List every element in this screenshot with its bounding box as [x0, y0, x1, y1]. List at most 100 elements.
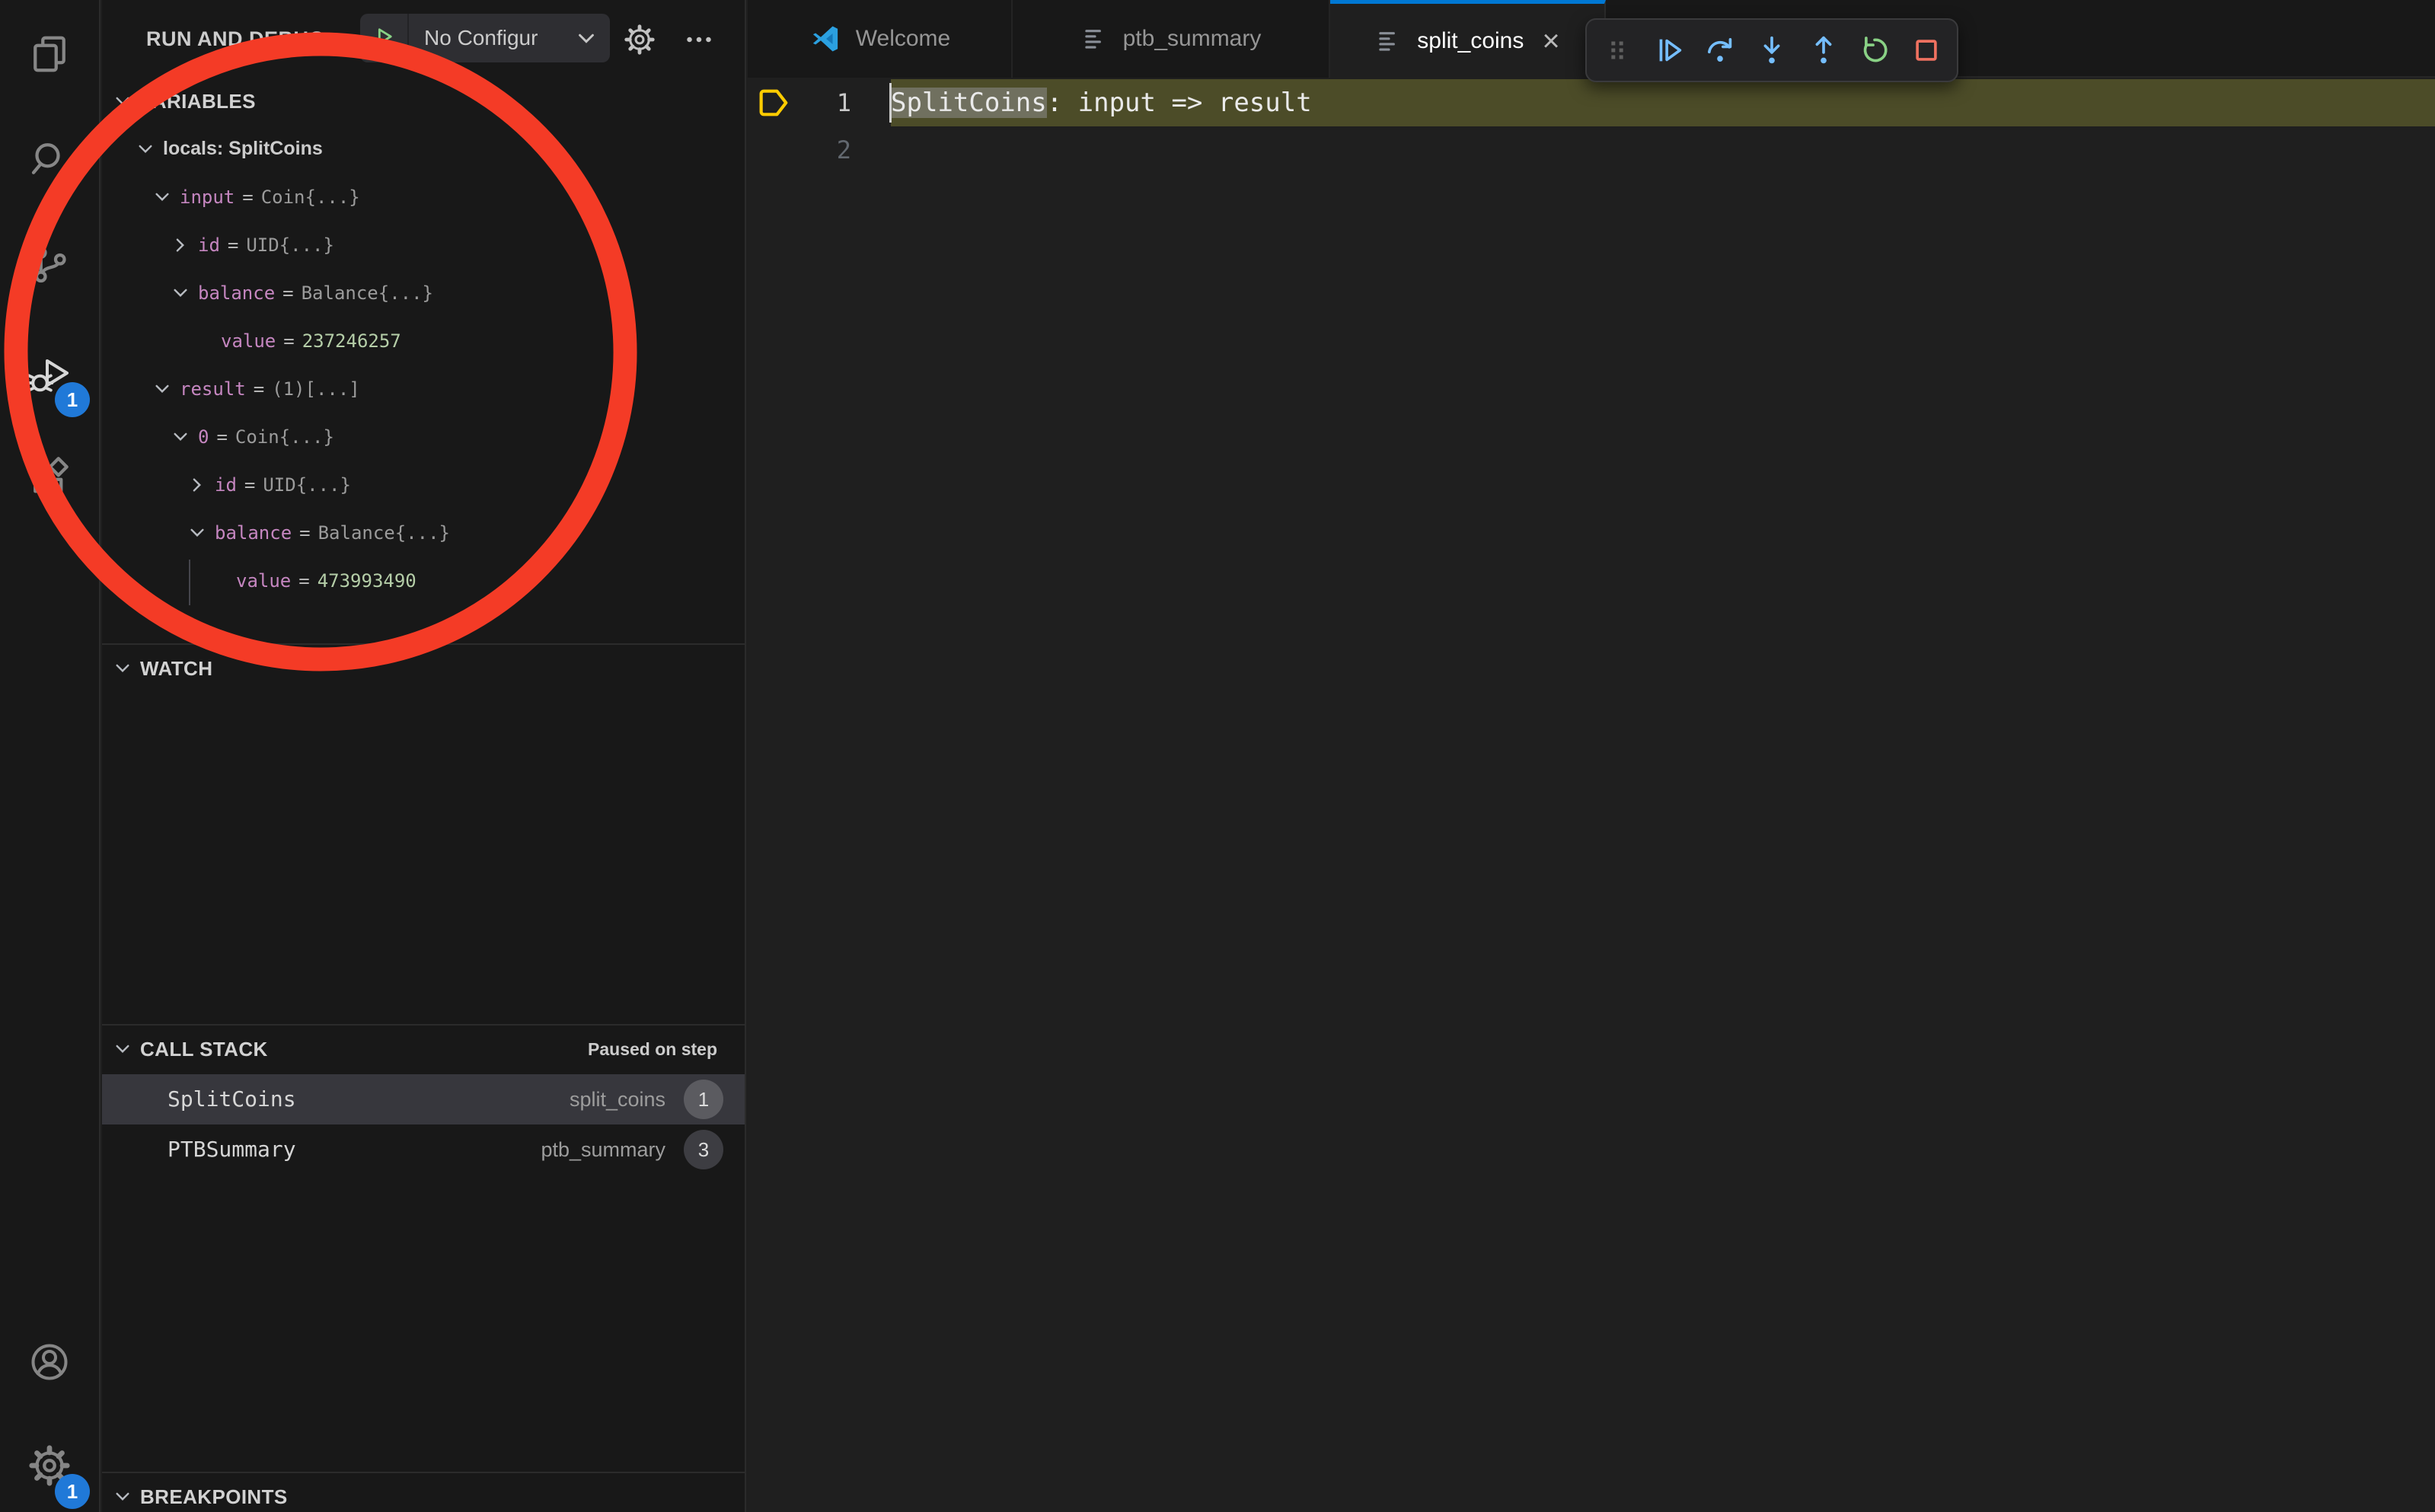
variable-row[interactable]: value=473993490 — [102, 557, 745, 604]
step-out-button[interactable] — [1800, 27, 1847, 74]
activity-item-extensions[interactable] — [0, 428, 99, 527]
continue-button[interactable] — [1645, 27, 1693, 74]
stack-frame-row[interactable]: PTBSummary ptb_summary 3 — [102, 1124, 745, 1175]
tree-indent-guide — [189, 560, 190, 605]
launch-configuration-dropdown[interactable]: No Configur — [360, 14, 610, 62]
chevron-down-icon — [111, 1038, 134, 1061]
watch-title: WATCH — [140, 657, 212, 681]
frame-name: SplitCoins — [168, 1074, 296, 1124]
variable-name: id — [215, 474, 237, 496]
chevron-right-icon — [186, 474, 209, 496]
variable-value: Balance{...} — [318, 522, 450, 544]
chevron-right-icon — [169, 234, 192, 257]
variable-value: UID{...} — [263, 474, 351, 496]
drag-handle-icon[interactable] — [1594, 27, 1641, 74]
chevron-down-icon — [151, 186, 174, 209]
stop-button[interactable] — [1903, 27, 1950, 74]
tab-split-coins[interactable]: split_coins × — [1330, 0, 1606, 78]
variable-value: 237246257 — [302, 330, 401, 352]
variables-tree: locals: SplitCoins input=Coin{...} id = UI… — [102, 125, 745, 604]
variables-title: VARIABLES — [140, 90, 256, 113]
sidebar-header: RUN AND DEBUG No Configur — [102, 0, 745, 78]
code-line-current[interactable]: SplitCoins: input => result — [891, 79, 2435, 126]
variable-name: value — [221, 330, 276, 352]
variable-value: 473993490 — [318, 570, 416, 592]
chevron-down-icon — [134, 138, 157, 161]
restart-button[interactable] — [1851, 27, 1898, 74]
scope-label: locals: SplitCoins — [163, 138, 323, 160]
play-icon — [371, 24, 397, 53]
selected-word: SplitCoins — [891, 88, 1047, 118]
vscode-logo-icon — [809, 22, 842, 56]
pause-status-text: Paused on step — [588, 1039, 717, 1060]
close-icon[interactable]: × — [1542, 26, 1559, 56]
variable-value: (1)[...] — [272, 378, 360, 400]
debug-badge: 1 — [55, 382, 90, 417]
breakpoints-section-header[interactable]: BREAKPOINTS — [102, 1473, 745, 1512]
sidebar-title: RUN AND DEBUG — [146, 0, 325, 78]
equals-sign: = — [254, 378, 264, 400]
activity-item-run-and-debug[interactable]: 1 — [0, 326, 99, 425]
variable-row[interactable]: 0 = Coin{...} — [102, 413, 745, 461]
variable-row[interactable]: input=Coin{...} — [102, 173, 745, 221]
variable-name: result — [180, 378, 246, 400]
variable-value: Balance{...} — [302, 282, 433, 304]
debug-toolbar — [1585, 18, 1958, 82]
equals-sign: = — [298, 570, 309, 592]
tab-welcome[interactable]: Welcome — [748, 0, 1013, 78]
activity-item-explorer[interactable] — [0, 6, 99, 105]
start-debugging-button[interactable] — [360, 14, 409, 62]
variable-name: id — [198, 234, 220, 256]
settings-badge: 1 — [55, 1474, 90, 1509]
line-number[interactable]: 2 — [812, 126, 851, 174]
variable-row[interactable]: id = UID{...} — [102, 221, 745, 269]
debug-current-line-pointer-icon — [755, 84, 793, 122]
variable-value: Coin{...} — [235, 426, 334, 448]
run-and-debug-sidebar: RUN AND DEBUG No Configur VARIABLES loca… — [102, 0, 746, 1512]
text-cursor — [889, 83, 892, 123]
step-over-button[interactable] — [1696, 27, 1744, 74]
equals-sign: = — [228, 234, 238, 256]
extensions-icon — [27, 453, 72, 502]
equals-sign: = — [283, 330, 294, 352]
variable-row[interactable]: result = (1)[...] — [102, 365, 745, 413]
tab-ptb-summary[interactable]: ptb_summary — [1013, 0, 1330, 78]
call-stack-section-header[interactable]: CALL STACK Paused on step — [102, 1026, 745, 1073]
search-icon — [27, 136, 72, 185]
variable-row[interactable]: balance=Balance{...} — [102, 509, 745, 557]
frame-source: split_coins — [570, 1074, 665, 1124]
tab-label: ptb_summary — [1123, 26, 1262, 52]
frame-name: PTBSummary — [168, 1124, 296, 1175]
activity-item-account[interactable] — [0, 1314, 99, 1413]
variable-row[interactable]: balance=Balance{...} — [102, 269, 745, 317]
step-into-button[interactable] — [1748, 27, 1795, 74]
chevron-down-icon — [111, 90, 134, 113]
code-text: : input => result — [1047, 88, 1312, 118]
breakpoints-title: BREAKPOINTS — [140, 1485, 288, 1509]
call-stack-title: CALL STACK — [140, 1038, 268, 1061]
chevron-down-icon — [186, 522, 209, 544]
frame-line-badge: 1 — [684, 1080, 723, 1119]
variable-name: 0 — [198, 426, 209, 448]
stack-frame-row[interactable]: SplitCoins split_coins 1 — [102, 1074, 745, 1124]
equals-sign: = — [299, 522, 310, 544]
debug-settings-gear-icon[interactable] — [621, 21, 658, 58]
frame-source: ptb_summary — [541, 1124, 665, 1175]
activity-item-settings[interactable]: 1 — [0, 1418, 99, 1512]
line-number[interactable]: 1 — [812, 79, 851, 126]
activity-item-source-control[interactable] — [0, 216, 99, 315]
chevron-down-icon — [169, 426, 192, 448]
variable-row[interactable]: id=UID{...} — [102, 461, 745, 509]
variable-value: UID{...} — [246, 234, 334, 256]
variable-row-scope[interactable]: locals: SplitCoins — [102, 125, 745, 173]
watch-section-header[interactable]: WATCH — [102, 645, 745, 692]
chevron-down-icon — [169, 282, 192, 305]
more-actions-icon[interactable] — [681, 21, 717, 58]
chevron-down-icon — [111, 1485, 134, 1508]
frame-line-badge: 3 — [684, 1130, 723, 1169]
variables-section-header[interactable]: VARIABLES — [102, 78, 745, 125]
variable-row[interactable]: value = 237246257 — [102, 317, 745, 365]
variable-name: balance — [198, 282, 275, 304]
activity-item-search[interactable] — [0, 110, 99, 209]
equals-sign: = — [216, 426, 227, 448]
